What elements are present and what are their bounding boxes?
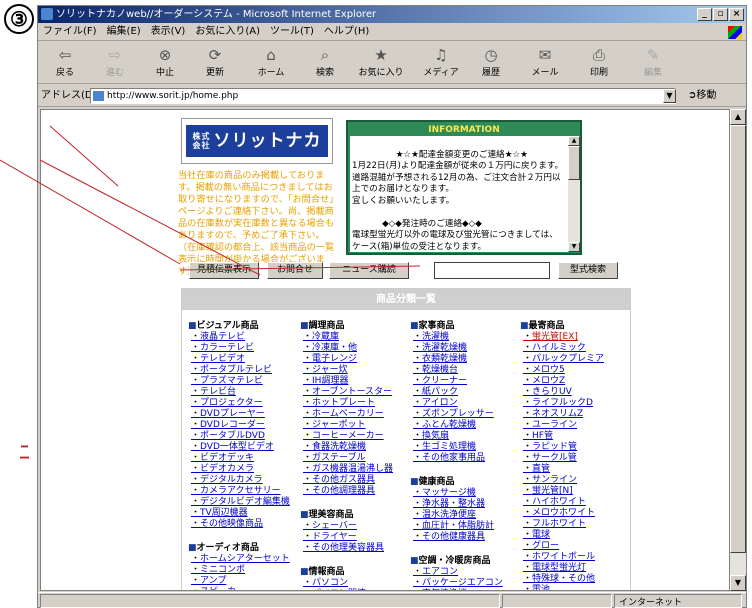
annotation-line-4 [179,265,421,271]
screenshot: ③ ﾆ ソリットナカノweb//オーダーシステム - Microsoft Int… [0,0,752,608]
annotation-line-3 [49,125,119,187]
annotation-arrows [0,125,421,276]
annotation-line-1 [0,159,181,265]
annotation-line-2 [39,159,261,276]
